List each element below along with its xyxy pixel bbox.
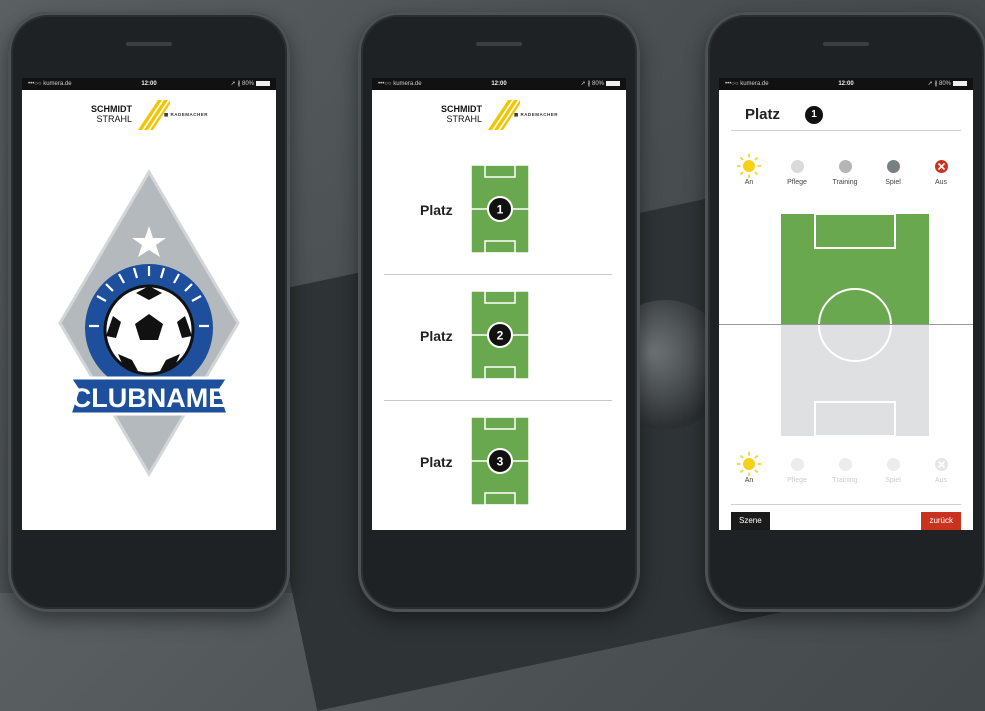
field-top-half[interactable]: [781, 214, 929, 325]
battery-icon: [256, 80, 270, 86]
court-2-field-icon: 2: [470, 290, 530, 380]
mode-label: Training: [832, 477, 858, 484]
court-field-diagram[interactable]: [781, 214, 929, 436]
mode-label: An: [744, 179, 754, 186]
mode-an-bottom[interactable]: An: [725, 452, 773, 484]
mode-dot-icon: [838, 160, 852, 173]
battery-icon: [953, 80, 967, 86]
status-bar: •••○○ kumera.de 12:00 ➚ ∦ 80%: [719, 78, 973, 90]
page-title: Platz: [745, 106, 781, 123]
mode-label: Training: [832, 179, 858, 186]
bottom-divider: [731, 504, 961, 505]
mode-label: Spiel: [885, 477, 901, 484]
off-icon: [934, 458, 948, 471]
sun-icon: [737, 154, 761, 178]
phone-splash: •••○○ kumera.de 12:00 ➚ ∦ 80% SCHMIDT ST…: [8, 12, 290, 612]
club-logo: CLUBNAME: [58, 169, 240, 477]
mode-dot-icon: [886, 458, 900, 471]
mode-spiel-top[interactable]: Spiel: [869, 160, 917, 186]
mode-dot-icon: [838, 458, 852, 471]
status-bar: •••○○ kumera.de 12:00 ➚ ∦ 80%: [22, 78, 276, 90]
phone-court-detail: •••○○ kumera.de 12:00 ➚ ∦ 80% Platz 1 An…: [705, 12, 985, 612]
court-detail-screen: •••○○ kumera.de 12:00 ➚ ∦ 80% Platz 1 An…: [719, 78, 973, 530]
status-battery: ➚ ∦ 80%: [581, 78, 620, 90]
mode-label: Pflege: [787, 477, 807, 484]
court-list-screen: •••○○ kumera.de 12:00 ➚ ∦ 80% SCHMIDT ST…: [372, 78, 626, 530]
field-bottom-half[interactable]: [781, 325, 929, 436]
phone-speaker: [126, 42, 172, 46]
mode-training-top[interactable]: Training: [821, 160, 869, 186]
back-button[interactable]: zurück: [921, 512, 961, 530]
mode-label: Pflege: [787, 179, 807, 186]
court-number: 2: [497, 329, 504, 343]
battery-icon: [606, 80, 620, 86]
court-label: Platz: [420, 202, 453, 218]
brand-partner: ▦ RADEMACHER: [514, 112, 559, 117]
detail-header: Platz 1: [731, 100, 961, 131]
mode-aus-top[interactable]: Aus: [917, 160, 965, 186]
court-3-field-icon: 3: [470, 416, 530, 506]
mode-label: An: [744, 477, 754, 484]
brand-logo: SCHMIDT STRAHL ▦ RADEMACHER: [84, 100, 214, 132]
court-number: 3: [497, 455, 504, 469]
brand-line1: SCHMIDT: [441, 104, 482, 114]
mode-training-bottom[interactable]: Training: [821, 458, 869, 484]
status-battery: ➚ ∦ 80%: [928, 78, 967, 90]
mode-an-top[interactable]: An: [725, 154, 773, 186]
court-label: Platz: [420, 454, 453, 470]
status-battery: ➚ ∦ 80%: [231, 78, 270, 90]
mode-selector-bottom: An Pflege Training Spiel Aus: [725, 452, 965, 498]
mode-label: Spiel: [885, 179, 901, 186]
field-divider-line: [719, 324, 973, 325]
court-list-item[interactable]: Platz 2: [384, 274, 612, 401]
court-number-badge: 1: [805, 106, 823, 124]
mode-dot-icon: [790, 458, 804, 471]
brand-line2: STRAHL: [96, 114, 132, 124]
brand-partner: ▦ RADEMACHER: [164, 112, 209, 117]
phone-court-list: •••○○ kumera.de 12:00 ➚ ∦ 80% SCHMIDT ST…: [358, 12, 640, 612]
mode-selector-top: An Pflege Training Spiel Aus: [725, 154, 965, 200]
mode-pflege-bottom[interactable]: Pflege: [773, 458, 821, 484]
brand-line1: SCHMIDT: [91, 104, 132, 114]
mode-pflege-top[interactable]: Pflege: [773, 160, 821, 186]
phone-speaker: [823, 42, 869, 46]
phone-speaker: [476, 42, 522, 46]
club-name: CLUBNAME: [72, 383, 227, 413]
court-label: Platz: [420, 328, 453, 344]
brand-line2: STRAHL: [446, 114, 482, 124]
splash-screen: •••○○ kumera.de 12:00 ➚ ∦ 80% SCHMIDT ST…: [22, 78, 276, 530]
sun-icon: [737, 452, 761, 476]
mode-dot-icon: [790, 160, 804, 173]
court-1-field-icon: 1: [470, 164, 530, 254]
mode-dot-icon: [886, 160, 900, 173]
mode-aus-bottom[interactable]: Aus: [917, 458, 965, 484]
court-list-item[interactable]: Platz 3: [384, 400, 612, 526]
status-bar: •••○○ kumera.de 12:00 ➚ ∦ 80%: [372, 78, 626, 90]
court-list-item[interactable]: Platz 1: [384, 148, 612, 275]
off-icon: [934, 160, 948, 173]
mode-label: Aus: [934, 477, 948, 484]
brand-logo: SCHMIDT STRAHL ▦ RADEMACHER: [434, 100, 564, 132]
mode-label: Aus: [934, 179, 948, 186]
court-number: 1: [497, 203, 504, 217]
mode-spiel-bottom[interactable]: Spiel: [869, 458, 917, 484]
scene-button[interactable]: Szene: [731, 512, 770, 530]
